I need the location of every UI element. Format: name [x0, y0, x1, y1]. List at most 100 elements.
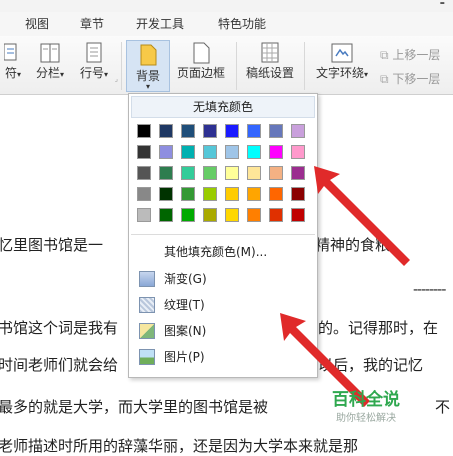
color-swatch[interactable]	[159, 145, 173, 159]
symbol-label: 符	[4, 66, 17, 80]
doc-line: 不	[435, 398, 451, 416]
menu-special[interactable]: 特色功能	[218, 15, 266, 32]
columns-button[interactable]: 分栏▾	[30, 42, 70, 81]
color-swatch[interactable]	[203, 145, 217, 159]
color-swatch[interactable]	[225, 208, 239, 222]
page-border-icon	[193, 42, 210, 64]
menu-divider	[131, 234, 315, 235]
move-down-label: 下移一层	[392, 72, 441, 86]
text-wrap-label: 文字环绕	[315, 66, 364, 80]
line-number-label: 行号	[79, 66, 104, 80]
gradient-label: 渐变(G)	[164, 272, 207, 286]
doc-line: 时间老师们就会给	[0, 356, 119, 374]
color-swatch[interactable]	[247, 187, 261, 201]
title-fragment: -	[439, 0, 445, 11]
background-label: 背景	[135, 69, 160, 83]
text-wrap-button[interactable]: 文字环绕▾	[310, 42, 374, 81]
color-swatch[interactable]	[247, 208, 261, 222]
color-swatch[interactable]	[159, 166, 173, 180]
ribbon-separator	[121, 42, 122, 90]
color-swatch[interactable]	[203, 124, 217, 138]
no-fill-option[interactable]: 无填充颜色	[131, 96, 315, 118]
color-swatch[interactable]	[225, 187, 239, 201]
pattern-icon	[139, 323, 155, 339]
other-colors-option[interactable]: 其他填充颜色(M)...	[131, 241, 315, 263]
move-down-button[interactable]: ⧉ 下移一层	[380, 70, 440, 87]
manuscript-label: 稿纸设置	[245, 66, 294, 80]
color-swatch[interactable]	[203, 187, 217, 201]
color-swatch[interactable]	[159, 187, 173, 201]
color-swatch[interactable]	[269, 187, 283, 201]
color-swatch[interactable]	[269, 145, 283, 159]
manuscript-icon	[261, 42, 279, 63]
color-swatch[interactable]	[291, 124, 305, 138]
title-bar: -	[0, 0, 453, 12]
picture-label: 图片(P)	[164, 350, 205, 364]
gradient-icon	[139, 271, 155, 287]
ribbon-separator	[236, 42, 237, 90]
symbol-button[interactable]: 符▾	[0, 42, 26, 81]
color-swatch[interactable]	[203, 208, 217, 222]
doc-line: 忆里图书馆是一	[0, 236, 104, 254]
columns-icon	[40, 43, 60, 63]
annotation-arrow-upper	[314, 166, 410, 266]
chevron-down-icon: ▾	[145, 82, 150, 91]
color-swatch[interactable]	[159, 124, 173, 138]
menu-chapter[interactable]: 章节	[80, 15, 104, 32]
menu-dev-tools[interactable]: 开发工具	[136, 15, 184, 32]
color-swatch[interactable]	[181, 124, 195, 138]
doc-line: 老师描述时所用的辞藻华丽，还是因为大学本来就是那	[0, 437, 359, 455]
dashed-separator: --------	[413, 282, 446, 298]
menu-bar: 视图 章节 开发工具 特色功能	[0, 12, 453, 37]
color-swatch[interactable]	[137, 187, 151, 201]
page-border-button[interactable]: 页面边框	[174, 42, 228, 81]
color-swatch[interactable]	[181, 166, 195, 180]
doc-line: 书馆这个词是我有	[0, 319, 119, 337]
texture-label: 纹理(T)	[164, 298, 205, 312]
picture-icon	[139, 349, 155, 365]
color-swatch[interactable]	[269, 124, 283, 138]
menu-view[interactable]: 视图	[25, 15, 49, 32]
color-swatch[interactable]	[181, 208, 195, 222]
watermark-subtitle: 助你轻松解决	[336, 413, 396, 424]
color-swatch[interactable]	[181, 187, 195, 201]
columns-label: 分栏	[35, 66, 60, 80]
color-swatch[interactable]	[247, 166, 261, 180]
color-swatch[interactable]	[137, 166, 151, 180]
background-button[interactable]: 背景 ▾	[126, 40, 170, 92]
line-number-button[interactable]: 行号▾ ⌟	[74, 42, 118, 83]
move-up-icon: ⧉	[380, 48, 389, 62]
watermark-title: 百科全说	[332, 390, 400, 410]
symbol-icon	[4, 43, 17, 61]
manuscript-button[interactable]: 稿纸设置	[242, 42, 298, 81]
color-swatch[interactable]	[291, 145, 305, 159]
move-up-label: 上移一层	[392, 48, 441, 62]
move-up-button[interactable]: ⧉ 上移一层	[380, 46, 440, 63]
color-swatch[interactable]	[137, 208, 151, 222]
gradient-option[interactable]: 渐变(G)	[131, 268, 315, 290]
line-number-icon	[86, 42, 102, 63]
text-wrap-icon	[331, 43, 353, 63]
doc-line: 最多的就是大学，而大学里的图书馆是被	[0, 398, 269, 416]
color-swatch[interactable]	[159, 208, 173, 222]
dialog-launcher-icon[interactable]: ⌟	[115, 75, 118, 83]
ribbon-separator	[304, 42, 305, 90]
background-icon	[140, 44, 157, 66]
color-swatch[interactable]	[225, 145, 239, 159]
move-down-icon: ⧉	[380, 72, 389, 86]
color-swatch[interactable]	[181, 145, 195, 159]
color-swatch[interactable]	[269, 208, 283, 222]
color-swatch[interactable]	[225, 124, 239, 138]
pattern-label: 图案(N)	[164, 324, 207, 338]
color-swatch[interactable]	[225, 166, 239, 180]
color-swatch[interactable]	[269, 166, 283, 180]
color-swatch[interactable]	[203, 166, 217, 180]
ribbon-toolbar: 符▾ 分栏▾ 行号▾ ⌟ 背景 ▾ 页面边框 稿纸设置 文字环绕▾ ⧉ 上移一层 …	[0, 36, 453, 95]
color-swatch[interactable]	[137, 124, 151, 138]
page-border-label: 页面边框	[176, 66, 225, 80]
texture-icon	[139, 297, 155, 313]
color-swatch[interactable]	[137, 145, 151, 159]
color-swatch[interactable]	[247, 124, 261, 138]
color-swatch[interactable]	[247, 145, 261, 159]
other-colors-label: 其他填充颜色(M)...	[164, 245, 268, 259]
